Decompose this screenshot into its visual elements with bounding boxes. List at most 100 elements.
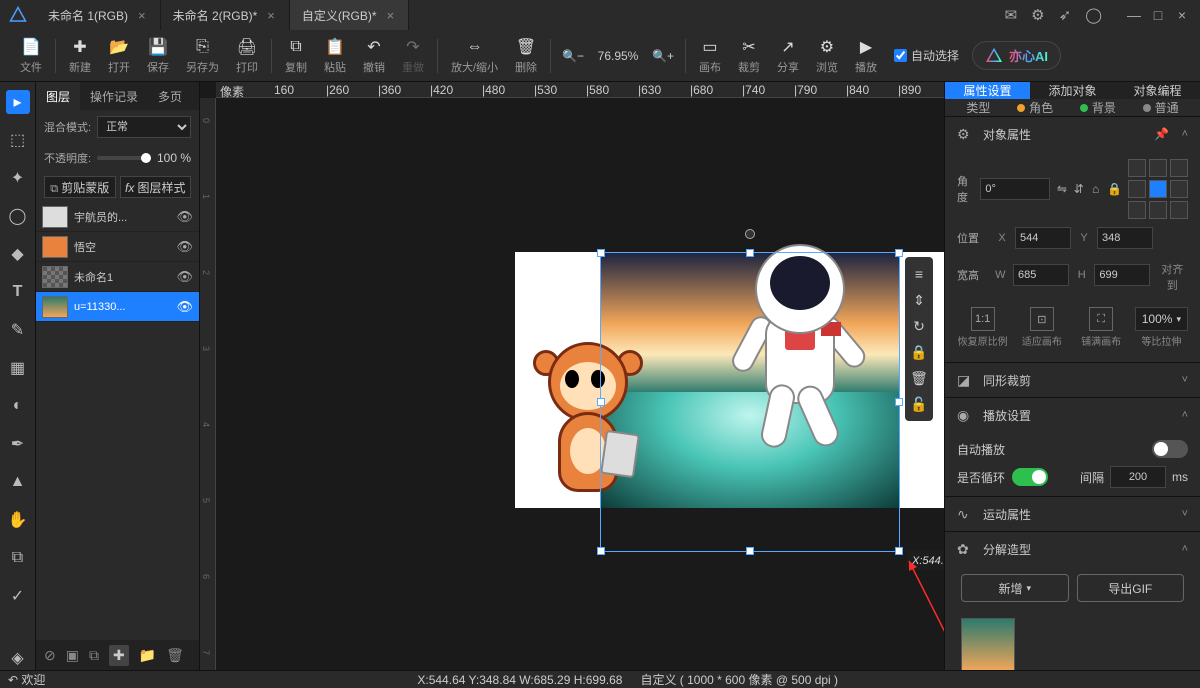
redo-button[interactable]: ↷重做 [394, 37, 432, 75]
section-motion[interactable]: ∿ 运动属性 ˅ [945, 497, 1200, 531]
new-layer-icon[interactable]: ✚ [109, 645, 129, 666]
section-object-attr[interactable]: ⚙ 对象属性 📌 ˄ [945, 117, 1200, 151]
visibility-icon[interactable]: 👁 [176, 239, 193, 255]
zoom-control[interactable]: 🔍− 76.95% 🔍+ [562, 49, 674, 63]
ai-badge[interactable]: 亦心AI [972, 41, 1061, 70]
undo-button[interactable]: ↶撤销 [355, 37, 393, 75]
shape-tool[interactable]: ▲ [6, 470, 30, 494]
frame-thumb[interactable] [961, 618, 1015, 670]
background-tab[interactable]: 背景 [1080, 99, 1116, 116]
delete-button[interactable]: 🗑删除 [507, 37, 545, 75]
astronaut-sprite[interactable] [735, 244, 905, 444]
group-icon[interactable]: ⧉ [89, 647, 99, 664]
share-button[interactable]: ↗分享 [769, 37, 807, 75]
link-icon[interactable]: ⊘ [44, 647, 56, 664]
close-icon[interactable]: × [138, 8, 146, 23]
height-input[interactable] [1094, 264, 1150, 286]
opacity-slider[interactable] [97, 156, 151, 160]
swatch[interactable] [1128, 159, 1146, 177]
fit-canvas-button[interactable]: ⊡适应画布 [1016, 301, 1067, 354]
autoplay-toggle[interactable] [1152, 440, 1188, 458]
rotate-handle[interactable] [745, 229, 755, 239]
tab-programming[interactable]: 对象编程 [1115, 82, 1200, 99]
swatch[interactable] [1149, 201, 1167, 219]
minimize-button[interactable]: — [1124, 7, 1144, 23]
print-button[interactable]: 🖨打印 [228, 37, 266, 75]
resize-handle[interactable] [895, 547, 903, 555]
layer-item[interactable]: 悟空👁 [36, 232, 199, 262]
compass-icon[interactable]: ➶ [1059, 6, 1072, 24]
crop-button[interactable]: ✂裁剪 [730, 37, 768, 75]
visibility-icon[interactable]: 👁 [176, 269, 193, 285]
interval-input[interactable] [1110, 466, 1166, 488]
swatch[interactable] [1170, 201, 1188, 219]
play-button[interactable]: ▶播放 [847, 37, 885, 75]
wand-tool[interactable]: ✦ [6, 166, 30, 190]
swatch[interactable] [1149, 159, 1167, 177]
tab-pages[interactable]: 多页 [148, 82, 192, 110]
browse-button[interactable]: ⚙浏览 [808, 37, 846, 75]
resize-handle[interactable] [746, 547, 754, 555]
undo-indicator[interactable]: ↶ 欢迎 [8, 671, 45, 688]
auto-select-toggle[interactable]: 自动选择 [894, 47, 959, 64]
tab-doc-3[interactable]: 自定义(RGB)*× [290, 0, 409, 30]
marquee-tool[interactable]: ⬚ [6, 128, 30, 152]
swatch[interactable] [1128, 201, 1146, 219]
layers-icon[interactable]: ◈ [6, 646, 30, 670]
hand-tool[interactable]: ✋ [6, 508, 30, 532]
zoom-in-icon[interactable]: 🔍+ [652, 49, 674, 63]
smudge-tool[interactable]: ◐ [6, 394, 30, 418]
bucket-tool[interactable]: ◆ [6, 242, 30, 266]
zoom-value[interactable]: 76.95% [590, 49, 646, 63]
swatch[interactable] [1170, 180, 1188, 198]
flip-v-icon[interactable]: ⇵ [1073, 179, 1084, 199]
blend-mode-select[interactable]: 正常 [97, 116, 191, 138]
tab-layers[interactable]: 图层 [36, 82, 80, 110]
scale-select[interactable]: 100%▾ [1135, 307, 1188, 331]
resize-handle[interactable] [597, 547, 605, 555]
angle-input[interactable] [980, 178, 1050, 200]
lasso-tool[interactable]: ◯ [6, 204, 30, 228]
reset-icon[interactable]: ⌂ [1090, 179, 1101, 199]
mail-icon[interactable]: ✉ [1005, 6, 1018, 24]
new-frame-button[interactable]: 新增 ▾ [961, 574, 1069, 602]
visibility-icon[interactable]: 👁 [176, 299, 193, 315]
normal-tab[interactable]: 普通 [1143, 99, 1179, 116]
tab-doc-1[interactable]: 未命名 1(RGB)× [36, 0, 161, 30]
fill-canvas-button[interactable]: ⛶铺满画布 [1076, 301, 1127, 354]
tab-add-object[interactable]: 添加对象 [1030, 82, 1115, 99]
user-icon[interactable]: ◯ [1085, 6, 1102, 24]
pen-tool[interactable]: ✒ [6, 432, 30, 456]
loop-toggle[interactable] [1012, 468, 1048, 486]
pos-x-input[interactable] [1015, 227, 1071, 249]
canvas-area[interactable]: 像素 160 |260 |360 |420 |480 |530 |580 |63… [200, 82, 944, 670]
new-button[interactable]: ✚新建 [61, 37, 99, 75]
paste-button[interactable]: 📋粘贴 [316, 37, 354, 75]
flip-h-icon[interactable]: ⇋ [1056, 179, 1067, 199]
mask-icon[interactable]: ▣ [66, 647, 79, 664]
tab-history[interactable]: 操作记录 [80, 82, 148, 110]
swatch[interactable] [1128, 180, 1146, 198]
maximize-button[interactable]: □ [1148, 7, 1168, 23]
layer-item[interactable]: 未命名1👁 [36, 262, 199, 292]
zoom-out-icon[interactable]: 🔍− [562, 49, 584, 63]
role-tab[interactable]: 角色 [1017, 99, 1053, 116]
width-input[interactable] [1013, 264, 1069, 286]
monkey-sprite[interactable] [523, 342, 653, 512]
file-menu[interactable]: 📄文件 [12, 37, 50, 75]
copy-button[interactable]: ⧉复制 [277, 37, 315, 75]
clip-mask-button[interactable]: ⧉ 剪贴蒙版 [44, 176, 116, 198]
close-button[interactable]: × [1172, 7, 1192, 23]
crop-tool[interactable]: ⧉ [6, 546, 30, 570]
folder-icon[interactable]: 📁 [139, 647, 156, 664]
canvas-button[interactable]: ▭画布 [691, 37, 729, 75]
pos-y-input[interactable] [1097, 227, 1153, 249]
restore-ratio-button[interactable]: 1:1恢复原比例 [957, 301, 1008, 354]
open-button[interactable]: 📂打开 [100, 37, 138, 75]
layer-item[interactable]: u=11330...👁 [36, 292, 199, 322]
move-tool[interactable]: ▸ [6, 90, 30, 114]
swatch[interactable] [1149, 180, 1167, 198]
saveas-button[interactable]: ⎘另存为 [178, 37, 227, 75]
layer-style-button[interactable]: fx 图层样式 [120, 176, 192, 198]
tab-properties[interactable]: 属性设置 [945, 82, 1030, 99]
